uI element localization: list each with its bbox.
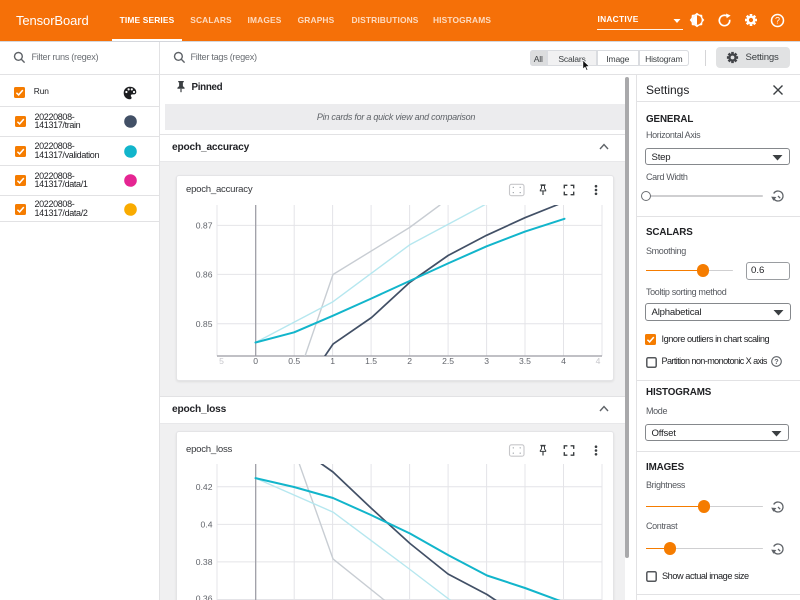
svg-text:?: ? bbox=[775, 15, 780, 25]
svg-text:4: 4 bbox=[596, 356, 601, 366]
svg-text:0.38: 0.38 bbox=[196, 556, 213, 566]
svg-text:0.86: 0.86 bbox=[196, 269, 213, 279]
svg-text:2: 2 bbox=[407, 356, 412, 366]
svg-text:0.36: 0.36 bbox=[196, 593, 213, 600]
svg-text:2.5: 2.5 bbox=[442, 356, 454, 366]
svg-text:5: 5 bbox=[219, 356, 224, 366]
svg-text:0.4: 0.4 bbox=[201, 519, 213, 529]
svg-text:1: 1 bbox=[330, 356, 335, 366]
svg-text:?: ? bbox=[774, 357, 778, 366]
svg-text:0.42: 0.42 bbox=[196, 481, 213, 491]
svg-text:0: 0 bbox=[253, 356, 258, 366]
svg-text:4: 4 bbox=[561, 356, 566, 366]
svg-text:0.5: 0.5 bbox=[288, 356, 300, 366]
svg-text:0.87: 0.87 bbox=[196, 220, 213, 230]
svg-text:3: 3 bbox=[484, 356, 489, 366]
svg-text:1.5: 1.5 bbox=[365, 356, 377, 366]
svg-text:3.5: 3.5 bbox=[519, 356, 531, 366]
svg-text:0.85: 0.85 bbox=[196, 318, 213, 328]
